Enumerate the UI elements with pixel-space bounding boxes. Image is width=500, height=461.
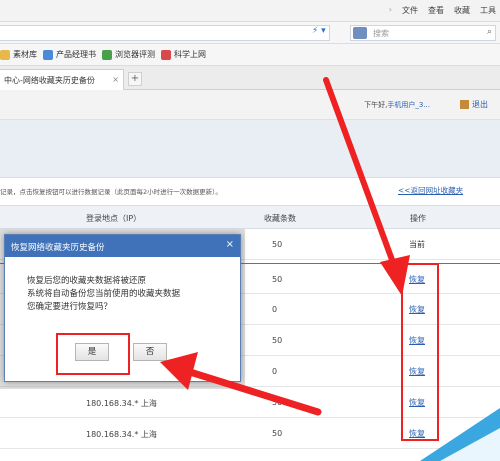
back-to-favorites-link[interactable]: <<返回网址收藏夹	[398, 185, 463, 196]
folder-icon	[0, 49, 10, 60]
user-name-link[interactable]: 手机用户_3...	[387, 101, 430, 109]
logout-label: 退出	[472, 100, 488, 109]
cell-count: 50	[272, 398, 283, 407]
annotation-box-yes	[56, 333, 130, 375]
favorite-item[interactable]: 产品经理书	[43, 49, 96, 60]
cell-count: 50	[272, 429, 283, 438]
menu-favorites[interactable]: 收藏	[454, 5, 470, 16]
cell-count: 0	[272, 367, 278, 376]
tab-title: 中心-网络收藏夹历史备份	[4, 76, 95, 85]
cell-count: 50	[272, 275, 283, 284]
dialog-line: 恢复后您的收藏夹数据将被还原	[27, 276, 147, 286]
favorite-item[interactable]: 浏览器评测	[102, 49, 155, 60]
close-icon[interactable]: ×	[226, 239, 234, 250]
cell-count: 50	[272, 240, 283, 249]
menu-tools[interactable]: 工具	[480, 5, 496, 16]
notice-text: 记录，点击恢复按钮可以进行数据记录（此页面每2小时进行一次数据更新）。	[0, 188, 222, 196]
search-icon[interactable]: ⌕	[487, 27, 492, 37]
favorite-item[interactable]: 科学上网	[161, 49, 206, 60]
favorite-label: 浏览器评测	[115, 50, 155, 59]
address-bar: ⚡ ▾ 搜索 ⌕	[0, 22, 500, 44]
dialog-body: 恢复后您的收藏夹数据将被还原 系统将自动备份您当前使用的收藏夹数据 您确定要进行…	[5, 257, 240, 314]
url-input[interactable]	[0, 25, 330, 41]
user-greeting: 下午好,手机用户_3...	[364, 100, 430, 110]
tab-backup-history[interactable]: 中心-网络收藏夹历史备份 ×	[0, 69, 124, 90]
link-icon	[43, 49, 53, 60]
browser-menubar: › 文件 查看 收藏 工具	[0, 0, 500, 22]
page-header: 下午好,手机用户_3... 退出	[0, 90, 500, 120]
col-ip: 登录地点（IP）	[86, 214, 142, 223]
banner	[0, 120, 500, 178]
tab-bar: 中心-网络收藏夹历史备份 × +	[0, 66, 500, 90]
cell-ip: 180.168.34.* 上海	[86, 430, 157, 439]
table-header: 登录地点（IP） 收藏条数 操作	[0, 205, 500, 229]
decorative-corner	[420, 408, 500, 461]
cell-current: 当前	[409, 240, 425, 249]
menu-group: › 文件 查看 收藏 工具	[389, 5, 496, 16]
logout-button[interactable]: 退出	[460, 99, 488, 110]
dialog-title-bar: 恢复网络收藏夹历史备份 ×	[5, 235, 240, 257]
search-placeholder: 搜索	[373, 29, 389, 38]
lightning-icon[interactable]: ⚡ ▾	[312, 26, 326, 36]
col-count: 收藏条数	[264, 214, 296, 223]
favorite-item[interactable]: 素材库	[0, 49, 37, 60]
no-button[interactable]: 否	[133, 343, 167, 361]
logout-icon	[460, 100, 469, 109]
chevron-right-icon[interactable]: ›	[389, 5, 392, 16]
menu-view[interactable]: 查看	[428, 5, 444, 16]
new-tab-button[interactable]: +	[128, 72, 142, 86]
menu-file[interactable]: 文件	[402, 5, 418, 16]
favorite-label: 科学上网	[174, 50, 206, 59]
cell-ip: 180.168.34.* 上海	[86, 399, 157, 408]
cell-count: 0	[272, 305, 278, 314]
favorite-label: 产品经理书	[56, 50, 96, 59]
search-box[interactable]: 搜索 ⌕	[350, 25, 496, 41]
globe-icon	[161, 49, 171, 60]
search-engine-icon[interactable]	[353, 27, 367, 39]
dialog-line: 您确定要进行恢复吗？	[27, 302, 113, 312]
dialog-title: 恢复网络收藏夹历史备份	[11, 243, 105, 253]
cell-count: 50	[272, 336, 283, 345]
page-icon	[102, 49, 112, 60]
favorite-label: 素材库	[13, 50, 37, 59]
close-icon[interactable]: ×	[112, 75, 119, 84]
col-op: 操作	[410, 214, 426, 223]
dialog-line: 系统将自动备份您当前使用的收藏夹数据	[27, 289, 181, 299]
greeting-label: 下午好,	[364, 101, 388, 109]
favorites-bar: 素材库 产品经理书 浏览器评测 科学上网	[0, 44, 500, 66]
